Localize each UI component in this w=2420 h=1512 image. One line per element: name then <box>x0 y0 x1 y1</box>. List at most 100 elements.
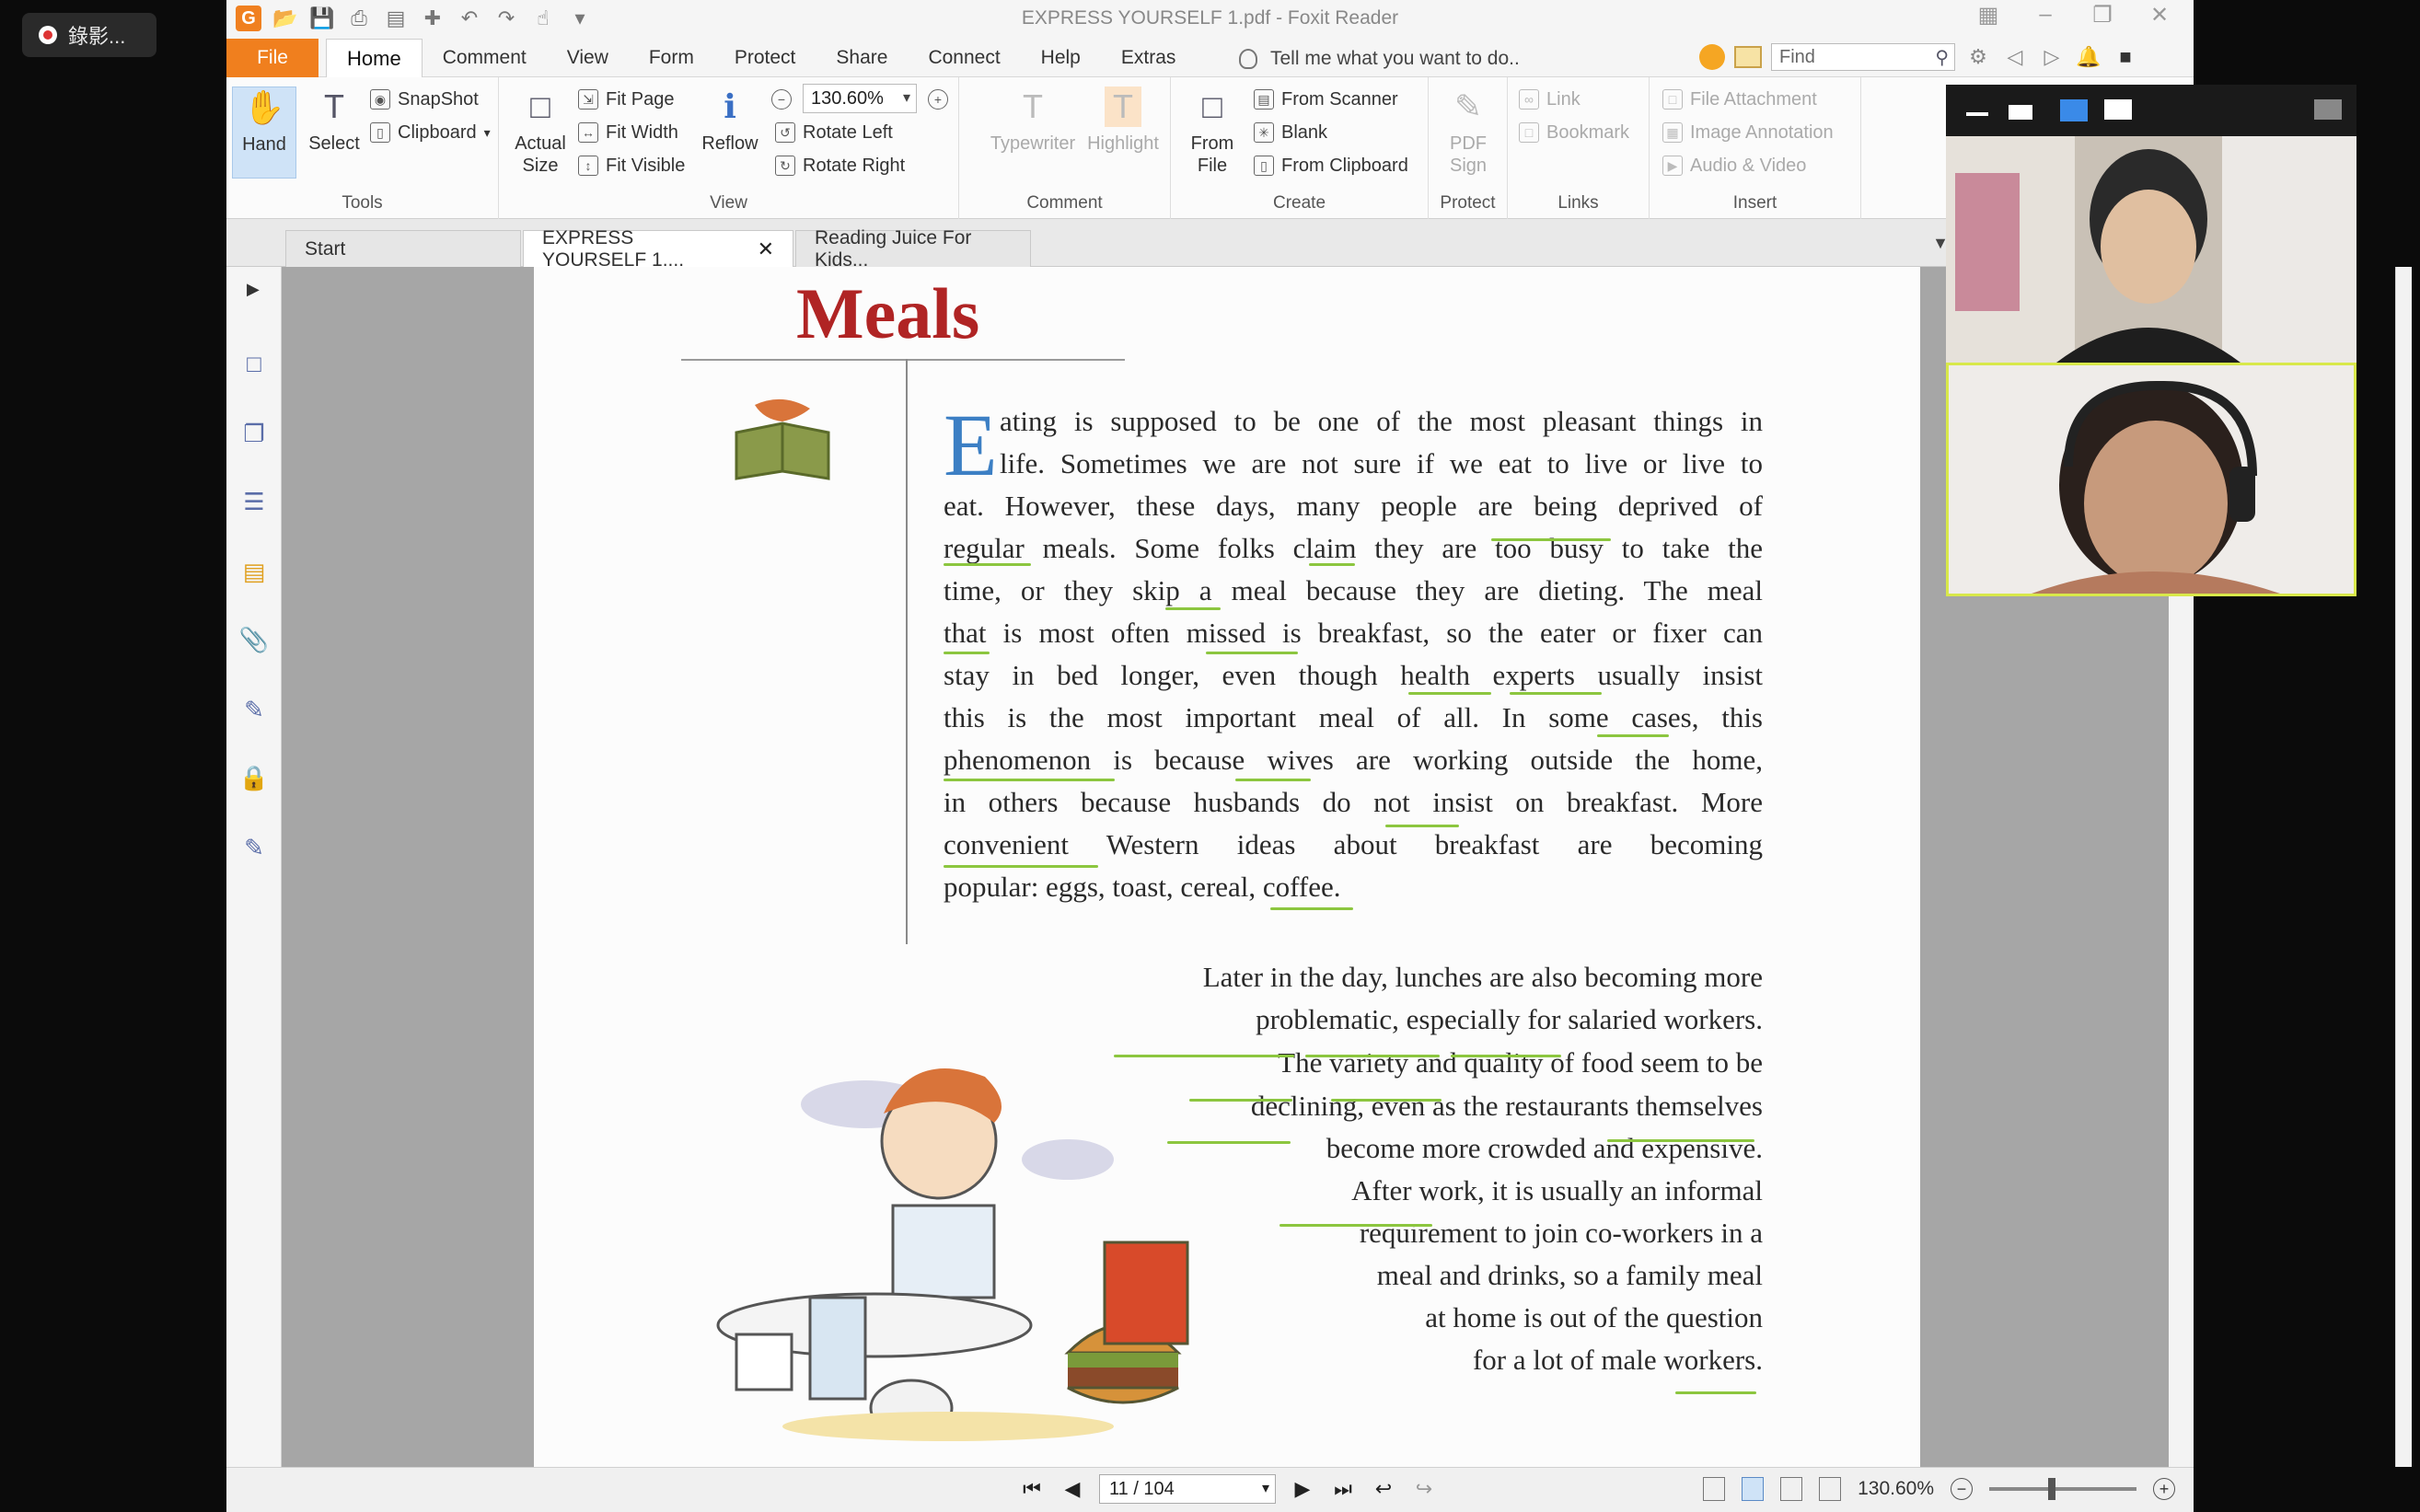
link-button[interactable]: ∞ Link <box>1519 85 1581 114</box>
image-annotation-button[interactable]: ▦ Image Annotation <box>1662 118 1834 147</box>
active-speaker-icon[interactable] <box>2009 105 2032 120</box>
tab-protect[interactable]: Protect <box>714 39 816 77</box>
minimize-icon[interactable]: – <box>2030 2 2061 29</box>
gallery-view-icon[interactable] <box>2060 99 2088 121</box>
select-button[interactable]: T Select <box>302 87 366 179</box>
digital-id-icon[interactable]: ✎ <box>240 834 268 861</box>
clipboard-button[interactable]: ▯ Clipboard ▾ <box>370 118 491 147</box>
next-page-icon[interactable]: ▶ <box>1289 1475 1316 1503</box>
find-input[interactable]: Find ⚲ <box>1771 43 1955 71</box>
vertical-scrollbar[interactable] <box>2395 267 2412 1467</box>
hand-button[interactable]: ✋ Hand <box>232 87 296 179</box>
tab-express-yourself[interactable]: EXPRESS YOURSELF 1.... ✕ <box>523 227 793 271</box>
green-underline-annotation[interactable] <box>1309 563 1355 566</box>
green-underline-annotation[interactable] <box>1491 538 1611 541</box>
file-attachment-button[interactable]: □ File Attachment <box>1662 85 1817 114</box>
green-underline-annotation[interactable] <box>1597 734 1669 737</box>
like-icon[interactable] <box>1699 44 1725 70</box>
continuous-facing-icon[interactable] <box>1819 1477 1842 1501</box>
actual-size-button[interactable]: □ Actual Size <box>508 87 573 179</box>
tab-view[interactable]: View <box>547 39 629 77</box>
minimize-video-icon[interactable] <box>1966 112 1988 116</box>
ribbon-display-icon[interactable]: ▦ <box>1973 2 2004 29</box>
typewriter-button[interactable]: T Typewriter <box>987 87 1079 179</box>
fit-visible-button[interactable]: ↕ Fit Visible <box>578 151 685 180</box>
green-underline-annotation[interactable] <box>1510 692 1602 695</box>
tab-start[interactable]: Start <box>285 230 521 267</box>
tab-home[interactable]: Home <box>326 39 423 77</box>
highlight-button[interactable]: T Highlight <box>1084 87 1162 179</box>
settings-gear-icon[interactable]: ⚙ <box>1964 43 1992 71</box>
bookmark-panel-icon[interactable]: □ <box>240 350 268 377</box>
green-underline-annotation[interactable] <box>1408 692 1491 695</box>
green-underline-annotation[interactable] <box>1607 1139 1754 1142</box>
green-underline-annotation[interactable] <box>1675 1391 1756 1394</box>
comments-panel-icon[interactable]: ▤ <box>240 558 268 585</box>
tell-me-box[interactable]: Tell me what you want to do.. <box>1239 48 1520 70</box>
tab-extras[interactable]: Extras <box>1101 39 1197 77</box>
snapshot-button[interactable]: ◉ SnapShot <box>370 85 479 114</box>
video-participant-2-speaking[interactable] <box>1946 363 2356 596</box>
tab-close-icon[interactable]: ✕ <box>758 237 774 261</box>
rotate-left-button[interactable]: ↺ Rotate Left <box>775 118 893 147</box>
notification-bell-icon[interactable]: 🔔 <box>2075 43 2102 71</box>
green-underline-annotation[interactable] <box>944 652 990 654</box>
green-underline-annotation[interactable] <box>1451 1055 1561 1057</box>
previous-page-icon[interactable]: ◀ <box>1059 1475 1086 1503</box>
rotate-right-button[interactable]: ↻ Rotate Right <box>775 151 905 180</box>
layers-panel-icon[interactable]: ☰ <box>240 488 268 515</box>
facing-page-icon[interactable] <box>1780 1477 1803 1501</box>
next-view-page-icon[interactable]: ↪ <box>1410 1475 1438 1503</box>
zoom-out-button[interactable]: − <box>771 85 792 114</box>
signature-panel-icon[interactable]: ✎ <box>240 696 268 723</box>
blank-button[interactable]: ✳ Blank <box>1254 118 1327 147</box>
fit-page-button[interactable]: ⇲ Fit Page <box>578 85 674 114</box>
zoom-in-icon[interactable]: + <box>2153 1478 2175 1500</box>
fit-width-button[interactable]: ↔ Fit Width <box>578 118 678 147</box>
zoom-out-icon[interactable]: − <box>1951 1478 1973 1500</box>
document-view[interactable]: Meals E ating is supposed to be one of t… <box>282 267 2169 1467</box>
next-view-icon[interactable]: ▷ <box>2038 43 2066 71</box>
video-participant-1[interactable] <box>1946 136 2356 363</box>
full-view-icon[interactable] <box>2104 99 2132 120</box>
zoom-in-button[interactable]: + <box>928 85 948 114</box>
tab-share[interactable]: Share <box>816 39 908 77</box>
green-underline-annotation[interactable] <box>1165 607 1221 610</box>
pages-panel-icon[interactable]: ❐ <box>240 420 268 447</box>
green-underline-annotation[interactable] <box>1235 779 1311 781</box>
bookmark-button[interactable]: □ Bookmark <box>1519 118 1629 147</box>
zoom-level[interactable]: 130.60% <box>1858 1478 1934 1500</box>
recording-badge[interactable]: 錄影... <box>22 13 156 57</box>
page-number-input[interactable]: 11 / 104 <box>1099 1474 1276 1504</box>
green-underline-annotation[interactable] <box>1270 907 1353 910</box>
single-page-icon[interactable] <box>1703 1477 1726 1501</box>
from-scanner-button[interactable]: ▤ From Scanner <box>1254 85 1398 114</box>
user-account-icon[interactable]: ■ <box>2112 43 2139 71</box>
pdf-sign-button[interactable]: ✎ PDF Sign <box>1436 87 1500 179</box>
green-underline-annotation[interactable] <box>1206 652 1298 654</box>
exit-minimized-icon[interactable] <box>2314 99 2342 120</box>
file-menu[interactable]: File <box>226 39 318 77</box>
green-underline-annotation[interactable] <box>944 865 1098 868</box>
green-underline-annotation[interactable] <box>944 563 1031 566</box>
close-icon[interactable]: ✕ <box>2144 2 2175 29</box>
green-underline-annotation[interactable] <box>1331 1099 1442 1102</box>
from-clipboard-button[interactable]: ▯ From Clipboard <box>1254 151 1408 180</box>
continuous-page-icon[interactable] <box>1742 1477 1765 1501</box>
security-lock-icon[interactable]: 🔒 <box>239 764 269 791</box>
tab-comment[interactable]: Comment <box>423 39 547 77</box>
tab-form[interactable]: Form <box>629 39 714 77</box>
expand-panel-icon[interactable]: ▶ <box>247 280 260 299</box>
restore-icon[interactable]: ❐ <box>2087 2 2118 29</box>
tab-reading-juice[interactable]: Reading Juice For Kids... <box>795 227 1031 271</box>
previous-view-icon[interactable]: ◁ <box>2001 43 2029 71</box>
zoom-select[interactable]: 130.60% <box>803 84 917 113</box>
green-underline-annotation[interactable] <box>1305 1055 1440 1057</box>
from-file-button[interactable]: □ From File <box>1180 87 1245 179</box>
attachments-panel-icon[interactable]: 📎 <box>239 626 269 653</box>
zoom-slider[interactable] <box>1989 1478 2136 1500</box>
green-underline-annotation[interactable] <box>1279 1224 1432 1227</box>
reflow-button[interactable]: ℹ Reflow <box>698 87 762 179</box>
audio-video-button[interactable]: ▶ Audio & Video <box>1662 151 1806 180</box>
folder-icon[interactable] <box>1734 46 1762 68</box>
